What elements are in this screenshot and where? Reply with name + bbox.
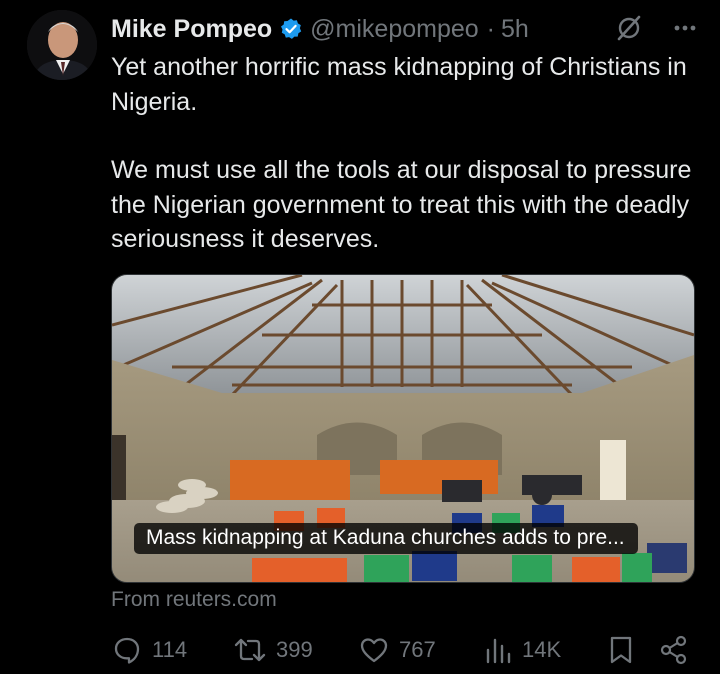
tweet-paragraph: We must use all the tools at our disposa… <box>111 156 692 253</box>
link-card-source[interactable]: From reuters.com <box>111 588 277 612</box>
author-name[interactable]: Mike Pompeo <box>111 15 272 44</box>
author-handle[interactable]: @mikepompeo <box>310 15 479 44</box>
avatar-image <box>27 10 97 80</box>
like-button[interactable]: 767 <box>358 632 436 668</box>
retweet-count: 399 <box>276 637 313 662</box>
tweet-header: Mike Pompeo @mikepompeo · 5h <box>111 11 700 47</box>
grok-icon[interactable] <box>614 13 644 50</box>
share-icon <box>660 635 687 665</box>
speech-bubble-icon <box>114 637 140 664</box>
tweet-timestamp[interactable]: 5h <box>501 15 529 44</box>
bookmark-icon <box>610 636 632 664</box>
link-card-caption: Mass kidnapping at Kaduna churches adds … <box>134 523 638 554</box>
retweet-button[interactable]: 399 <box>233 632 313 668</box>
retweet-arrows-icon <box>234 638 266 662</box>
verified-badge-icon <box>279 17 303 41</box>
tweet-text: Yet another horrific mass kidnapping of … <box>111 50 701 257</box>
like-count: 767 <box>399 637 436 662</box>
tweet-action-bar: 114 399 767 14K <box>111 632 693 668</box>
views-count: 14K <box>522 637 562 662</box>
link-card-image[interactable]: Mass kidnapping at Kaduna churches adds … <box>111 274 695 583</box>
bookmark-button[interactable] <box>607 632 635 668</box>
more-dots-icon[interactable] <box>670 13 700 50</box>
share-button[interactable] <box>659 632 689 668</box>
header-separator: · <box>486 14 495 43</box>
reply-button[interactable]: 114 <box>111 632 187 668</box>
heart-icon <box>360 638 388 663</box>
reply-count: 114 <box>152 637 188 662</box>
avatar[interactable] <box>27 10 97 80</box>
views-button[interactable]: 14K <box>483 632 561 668</box>
bar-chart-icon <box>486 638 511 664</box>
tweet-paragraph: Yet another horrific mass kidnapping of … <box>111 53 687 116</box>
